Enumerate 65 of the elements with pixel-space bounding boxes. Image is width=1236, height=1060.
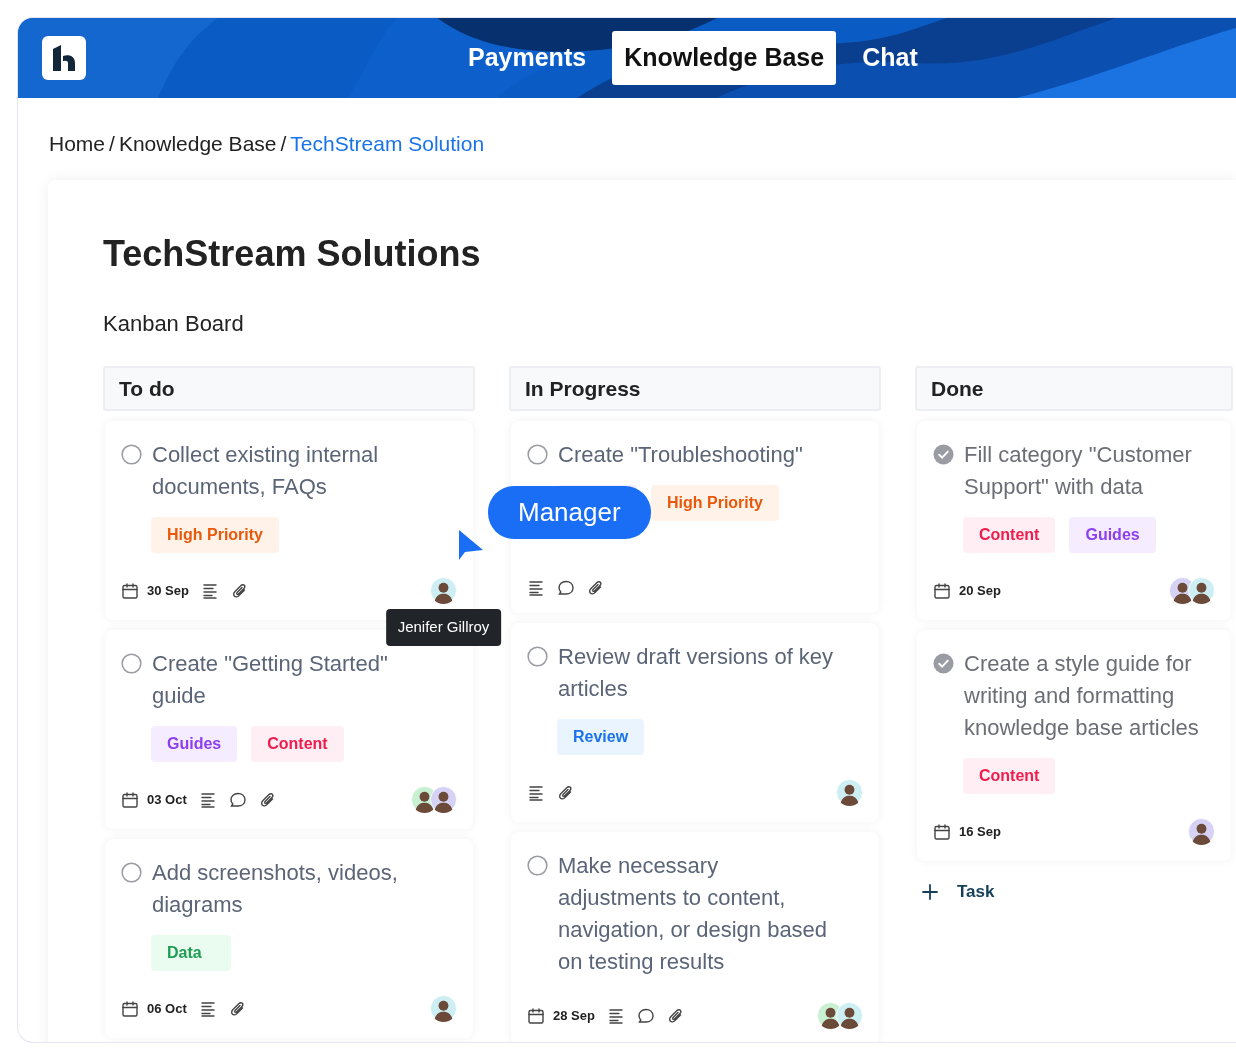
tag-badge: High Priority xyxy=(651,485,779,522)
breadcrumb-current: TechStream Solution xyxy=(290,132,485,155)
task-checkbox[interactable] xyxy=(121,653,142,675)
calendar-icon xyxy=(121,581,139,600)
avatar[interactable] xyxy=(430,995,457,1023)
nav-tab[interactable]: Chat xyxy=(850,31,930,85)
calendar-icon xyxy=(527,1006,545,1025)
avatar[interactable] xyxy=(1188,818,1215,846)
due-date: 16 Sep xyxy=(959,822,1001,841)
column-header: In Progress xyxy=(509,365,881,412)
due-date: 03 Oct xyxy=(147,790,187,809)
avatar[interactable] xyxy=(430,577,457,605)
task-title: Review draft versions of key articles xyxy=(558,643,835,704)
nav-tab[interactable]: Knowledge Base xyxy=(612,31,837,85)
tag-badge: Guides xyxy=(1069,517,1156,554)
task-title: Collect existing internal documents, FAQs xyxy=(152,441,380,502)
task-checkbox[interactable] xyxy=(527,855,548,877)
calendar-icon xyxy=(933,581,951,600)
task-card[interactable]: Add screenshots, videos, diagrams Data 06 Oct xyxy=(105,839,473,1039)
tag-badge: Content xyxy=(963,758,1056,795)
task-title: Create "Troubleshooting" xyxy=(558,441,803,470)
board-title: Kanban Board xyxy=(103,309,245,338)
breadcrumb-link[interactable]: Knowledge Base xyxy=(118,132,277,155)
calendar-icon xyxy=(121,790,139,809)
page-title: TechStream Solutions xyxy=(103,231,482,275)
breadcrumb-link[interactable]: Home xyxy=(49,132,106,155)
breadcrumb-separator: / xyxy=(280,132,287,155)
task-checkbox[interactable] xyxy=(121,862,142,884)
calendar-icon xyxy=(933,822,951,841)
task-checkbox[interactable] xyxy=(527,444,548,466)
due-date: 06 Oct xyxy=(147,999,187,1018)
avatar[interactable] xyxy=(1188,577,1215,605)
tag-badge: Guides xyxy=(151,726,238,763)
task-checkbox[interactable] xyxy=(933,444,954,466)
tag-badge: High Priority xyxy=(151,517,279,554)
task-title: Create "Getting Started" guide xyxy=(152,650,389,711)
task-card[interactable]: Make necessary adjustments to content, navigation, or design based on testing results 28 Sep xyxy=(511,832,879,1042)
tooltip: Jenifer Gillroy xyxy=(385,609,502,646)
add-task-button[interactable]: Task xyxy=(915,871,1001,913)
avatar[interactable] xyxy=(836,1002,863,1030)
tag-badge: Review xyxy=(557,719,645,756)
task-card[interactable]: Create a style guide for writing and formatting knowledge base articles Content 16 Sep xyxy=(917,630,1231,862)
calendar-icon xyxy=(121,999,139,1018)
task-title: Add screenshots, videos, diagrams xyxy=(152,859,399,920)
logo-icon[interactable] xyxy=(42,36,86,80)
task-title: Make necessary adjustments to content, navigation, or design based on testing results xyxy=(558,852,829,977)
task-checkbox[interactable] xyxy=(527,646,548,668)
plus-icon xyxy=(921,882,939,901)
avatar[interactable] xyxy=(836,779,863,807)
task-title: Fill category "Customer Support" with data xyxy=(964,441,1193,502)
tag-badge: Content xyxy=(251,726,344,763)
due-date: 28 Sep xyxy=(553,1006,595,1025)
task-checkbox[interactable] xyxy=(121,444,142,466)
column-header: To do xyxy=(103,365,475,412)
breadcrumb-separator: / xyxy=(109,132,115,155)
due-date: 20 Sep xyxy=(959,581,1001,600)
task-card[interactable]: Review draft versions of key articles Review xyxy=(511,623,879,823)
task-checkbox[interactable] xyxy=(933,653,954,675)
avatar[interactable] xyxy=(430,786,457,814)
task-card[interactable]: Fill category "Customer Support" with data Content Guides 20 Sep xyxy=(917,421,1231,621)
tag-badge: Data xyxy=(151,935,231,972)
tag-badge: Content xyxy=(963,517,1056,554)
column-header: Done xyxy=(915,365,1233,412)
task-title: Create a style guide for writing and formatting knowledge base articles xyxy=(964,650,1200,743)
due-date: 30 Sep xyxy=(147,581,189,600)
